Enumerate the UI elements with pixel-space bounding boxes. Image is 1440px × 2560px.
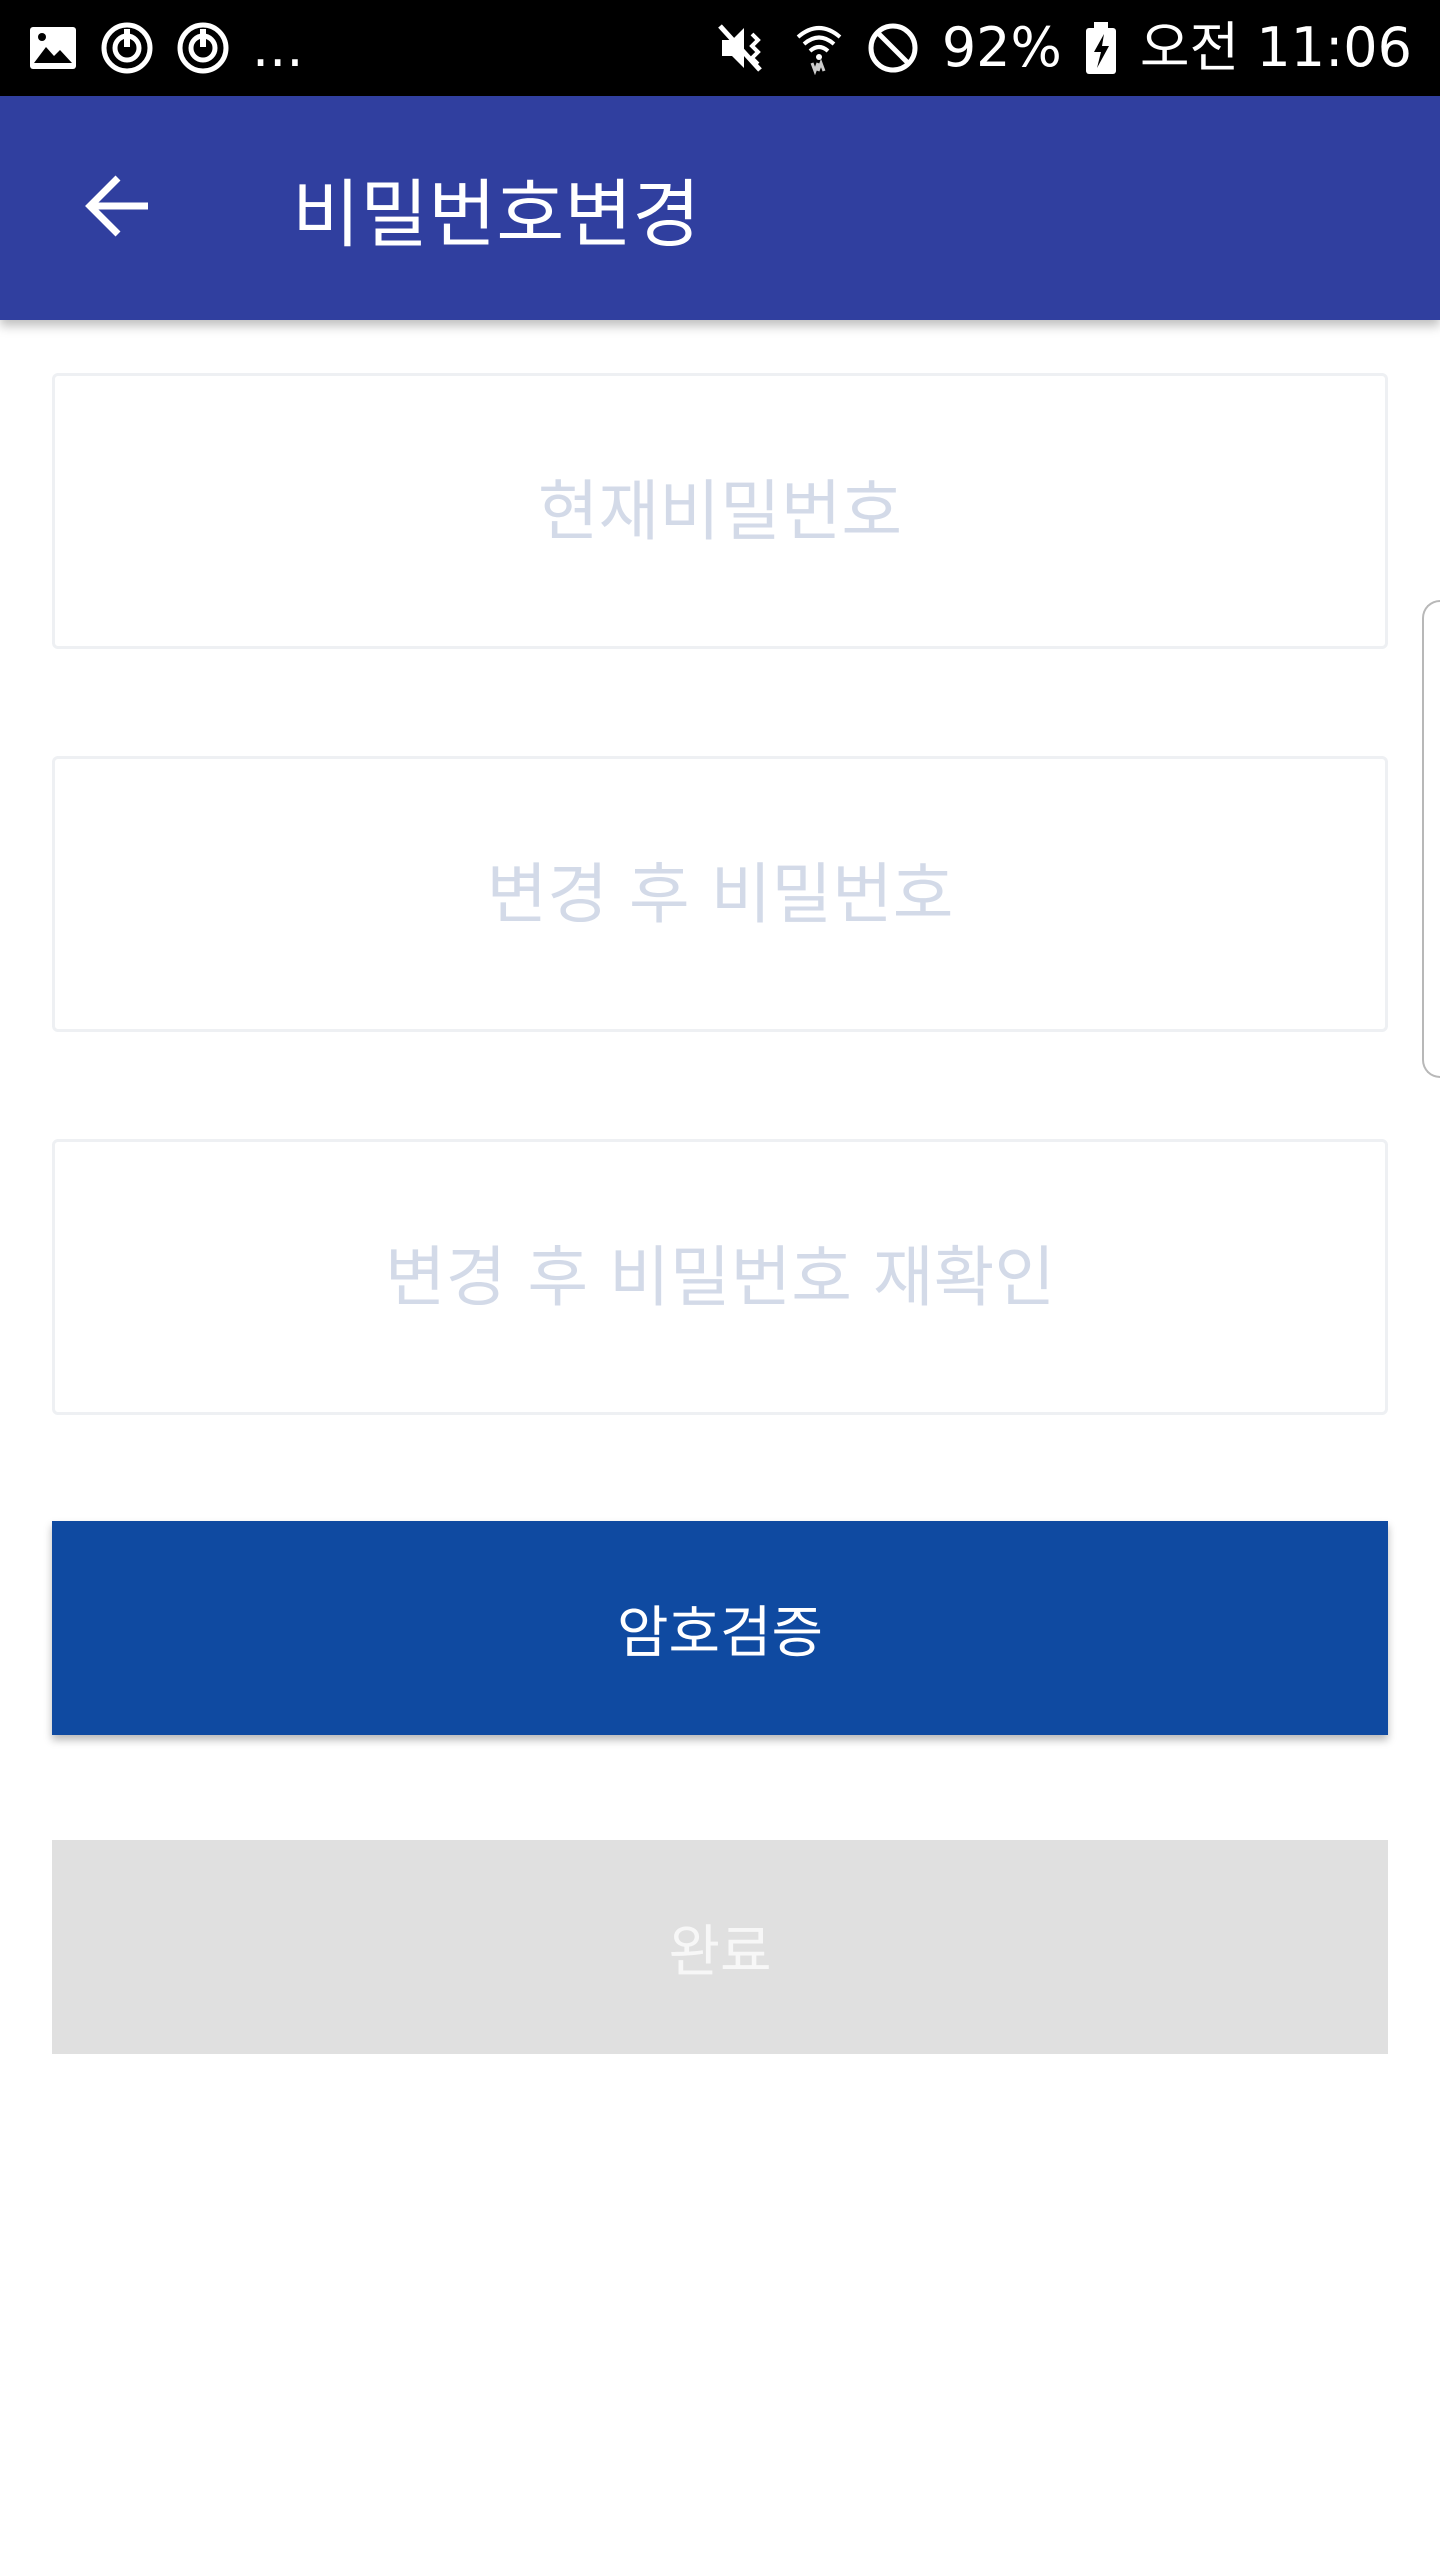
battery-charging-icon xyxy=(1084,20,1118,76)
edge-panel-handle[interactable] xyxy=(1422,600,1440,1078)
page-title: 비밀번호변경 xyxy=(292,171,701,258)
app-bar: 비밀번호변경 xyxy=(0,96,1440,320)
done-button[interactable]: 완료 xyxy=(52,1840,1388,2054)
status-bar: ... 92% 오전 11:06 xyxy=(0,0,1440,96)
notification-overflow: ... xyxy=(252,16,304,79)
current-password-field-container xyxy=(52,373,1388,649)
new-password-field-container xyxy=(52,756,1388,1032)
do-not-disturb-icon xyxy=(866,21,920,75)
clock: 오전 11:06 xyxy=(1139,16,1412,79)
verify-password-button[interactable]: 암호검증 xyxy=(52,1521,1388,1735)
image-icon xyxy=(28,23,78,73)
status-left: ... xyxy=(28,21,304,75)
sync-icon xyxy=(100,21,154,75)
new-password-input[interactable] xyxy=(55,759,1385,1029)
current-password-input[interactable] xyxy=(55,376,1385,646)
status-right: 92% 오전 11:06 xyxy=(716,20,1412,76)
confirm-password-input[interactable] xyxy=(55,1142,1385,1412)
sync-icon xyxy=(176,21,230,75)
battery-percent: 92% xyxy=(941,16,1062,79)
mute-vibrate-icon xyxy=(716,20,772,76)
arrow-back-icon xyxy=(82,170,154,246)
back-button[interactable] xyxy=(70,160,166,256)
wifi-icon xyxy=(794,21,844,75)
confirm-password-field-container xyxy=(52,1139,1388,1415)
